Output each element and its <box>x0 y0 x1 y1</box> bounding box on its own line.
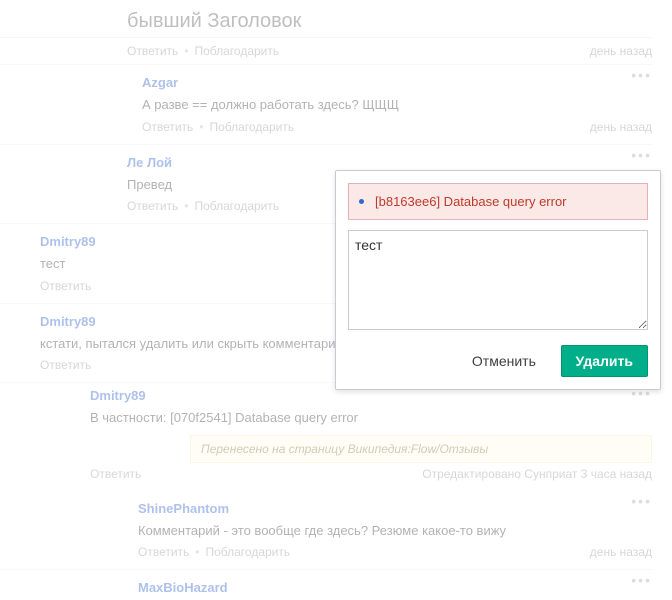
more-icon[interactable]: ••• <box>631 572 652 588</box>
cancel-button[interactable]: Отменить <box>457 345 551 377</box>
action-bar: Ответить • Поблагодарить день назад <box>142 120 652 134</box>
post-maxbiohazard: ••• MaxBioHazard Резюме - это из англови… <box>0 570 652 600</box>
more-icon[interactable]: ••• <box>631 147 652 163</box>
topic-title: бывший Заголовок <box>127 10 301 32</box>
thank-link[interactable]: Поблагодарить <box>206 545 291 559</box>
reply-link[interactable]: Ответить <box>40 279 91 293</box>
delete-button[interactable]: Удалить <box>561 345 648 377</box>
author-link[interactable]: Azgar <box>142 75 652 90</box>
timestamp: день назад <box>590 44 652 58</box>
action-bar: Ответить • Поблагодарить день назад <box>138 545 652 559</box>
topic-actions-row: Ответить • Поблагодарить день назад <box>0 38 652 65</box>
post-body: А разве == должно работать здесь? ЩЩЩ <box>142 96 652 114</box>
post-azgar: ••• Azgar А разве == должно работать зде… <box>0 65 652 145</box>
separator: • <box>184 44 188 58</box>
dialog-textarea[interactable] <box>348 230 648 330</box>
thank-link[interactable]: Поблагодарить <box>210 120 295 134</box>
topic-header: бывший Заголовок <box>0 8 652 38</box>
separator: • <box>195 545 199 559</box>
dialog-buttons: Отменить Удалить <box>348 345 648 377</box>
author-link[interactable]: ShinePhantom <box>138 501 652 516</box>
thank-link[interactable]: Поблагодарить <box>195 44 280 58</box>
timestamp: день назад <box>590 545 652 559</box>
post-shinephantom: ••• ShinePhantom Комментарий - это вообщ… <box>0 491 652 571</box>
delete-dialog: [b8163ee6] Database query error Отменить… <box>335 170 661 390</box>
moved-note: Перенесено на страницу Википедия:Flow/От… <box>190 435 652 463</box>
dialog-error: [b8163ee6] Database query error <box>348 183 648 220</box>
post-body: В частности: [070f2541] Database query e… <box>90 409 652 427</box>
timestamp: день назад <box>590 120 652 134</box>
edited-info: Отредактировано Сунприат 3 часа назад <box>422 467 652 481</box>
more-icon[interactable]: ••• <box>631 67 652 83</box>
reply-link[interactable]: Ответить <box>127 199 178 213</box>
author-link[interactable]: Ле Лой <box>127 155 652 170</box>
post-body: Комментарий - это вообще где здесь? Резю… <box>138 522 652 540</box>
post-dmitry-dberror: ••• Dmitry89 В частности: [070f2541] Dat… <box>0 383 652 491</box>
author-link[interactable]: MaxBioHazard <box>138 580 652 595</box>
edited-row: Ответить Отредактировано Сунприат 3 часа… <box>90 467 652 481</box>
more-icon[interactable]: ••• <box>631 493 652 509</box>
separator: • <box>199 120 203 134</box>
author-link[interactable]: Dmitry89 <box>90 388 652 403</box>
reply-link[interactable]: Ответить <box>90 467 141 481</box>
reply-link[interactable]: Ответить <box>142 120 193 134</box>
thank-link[interactable]: Поблагодарить <box>195 199 280 213</box>
reply-link[interactable]: Ответить <box>40 358 91 372</box>
reply-link[interactable]: Ответить <box>138 545 189 559</box>
separator: • <box>184 199 188 213</box>
action-bar: Ответить • Поблагодарить день назад <box>127 44 652 58</box>
reply-link[interactable]: Ответить <box>127 44 178 58</box>
